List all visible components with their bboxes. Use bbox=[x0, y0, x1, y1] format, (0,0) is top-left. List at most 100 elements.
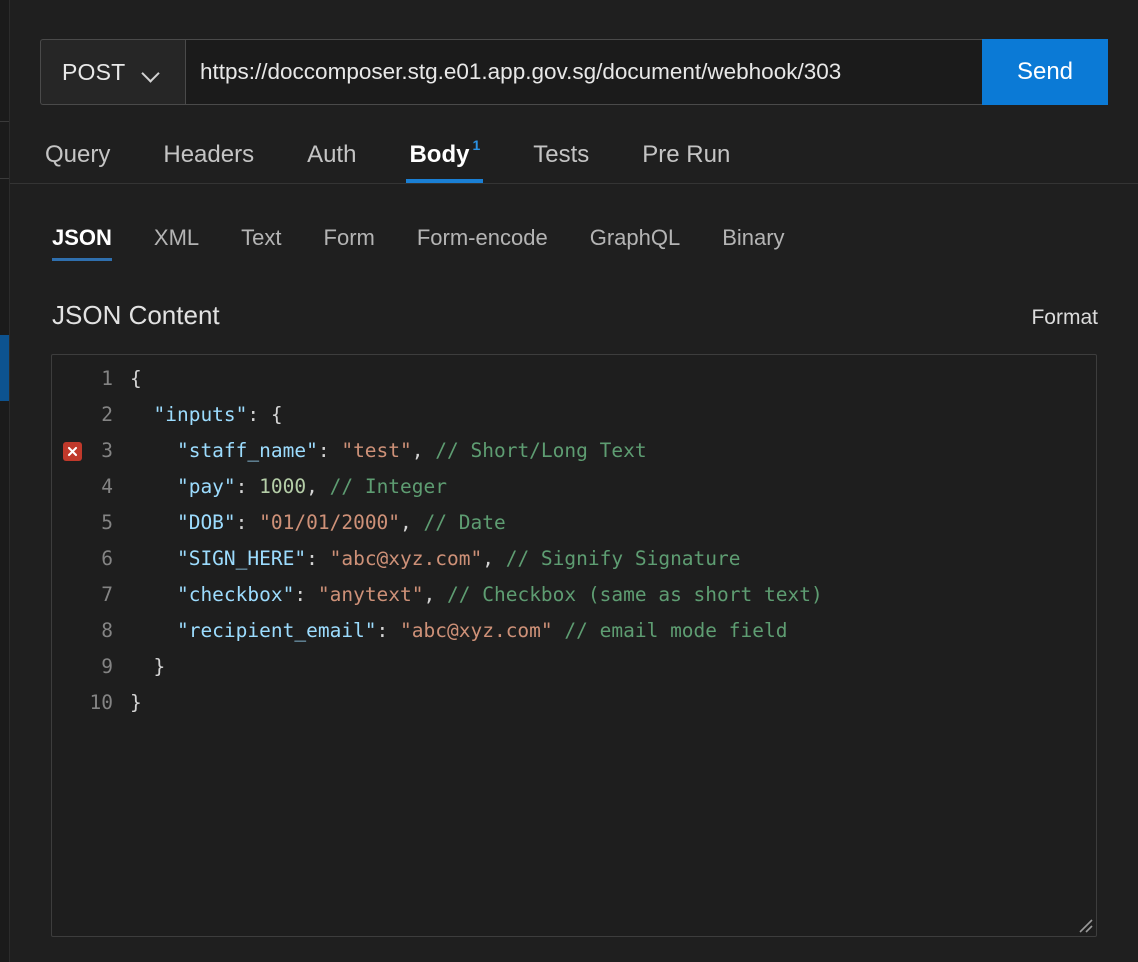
code-token-punc: { bbox=[130, 367, 142, 390]
code-line-text: "checkbox": "anytext", // Checkbox (same… bbox=[130, 577, 823, 613]
request-tab-body[interactable]: Body 1 bbox=[406, 126, 484, 183]
code-line[interactable]: 6 "SIGN_HERE": "abc@xyz.com", // Signify… bbox=[52, 541, 1096, 577]
code-line[interactable]: 5 "DOB": "01/01/2000", // Date bbox=[52, 505, 1096, 541]
request-tab-headers[interactable]: Headers bbox=[160, 126, 257, 183]
code-token-key: "DOB" bbox=[130, 511, 236, 534]
code-token-punc: : bbox=[235, 475, 260, 498]
code-token-punc: : bbox=[317, 439, 342, 462]
body-format-tab-json[interactable]: JSON bbox=[52, 213, 112, 263]
body-format-tab-label: Binary bbox=[722, 225, 785, 250]
code-line[interactable]: 8 "recipient_email": "abc@xyz.com" // em… bbox=[52, 613, 1096, 649]
code-line-text: "SIGN_HERE": "abc@xyz.com", // Signify S… bbox=[130, 541, 741, 577]
code-token-num: 1000 bbox=[259, 475, 307, 498]
code-token-com: // Date bbox=[423, 511, 506, 534]
code-line-text: "inputs": { bbox=[130, 397, 282, 433]
line-number: 1 bbox=[101, 367, 113, 390]
code-token-punc: , bbox=[411, 439, 436, 462]
request-tab-label: Body bbox=[409, 140, 470, 168]
code-token-punc: : bbox=[294, 583, 318, 606]
request-url-bar: POST Send bbox=[40, 39, 1108, 105]
rail-active-item-indicator[interactable] bbox=[0, 335, 9, 401]
code-token-punc: } bbox=[130, 655, 166, 678]
body-format-tabs: JSON XML Text Form Form-encode GraphQL Binary bbox=[10, 209, 1138, 267]
code-token-punc: } bbox=[130, 691, 142, 714]
code-token-str: "abc@xyz.com" bbox=[329, 547, 483, 570]
line-number: 9 bbox=[101, 655, 113, 678]
body-format-tab-label: Form-encode bbox=[416, 225, 548, 250]
url-input[interactable] bbox=[185, 39, 1108, 105]
request-tab-label: Headers bbox=[163, 140, 255, 168]
code-token-punc: , bbox=[400, 511, 424, 534]
request-tab-label: Tests bbox=[533, 140, 590, 168]
body-format-tab-text[interactable]: Text bbox=[241, 213, 281, 263]
code-token-key: "inputs" bbox=[130, 403, 248, 426]
body-format-tab-label: GraphQL bbox=[589, 225, 681, 250]
code-token-com: // Signify Signature bbox=[505, 547, 741, 570]
json-content-header: JSON Content Format bbox=[52, 300, 1098, 331]
code-line-text: } bbox=[130, 685, 142, 721]
request-tab-badge: 1 bbox=[472, 137, 481, 153]
request-tab-query[interactable]: Query bbox=[42, 126, 113, 183]
code-token-key: "pay" bbox=[130, 475, 236, 498]
code-token-punc: , bbox=[423, 583, 448, 606]
code-line[interactable]: 2 "inputs": { bbox=[52, 397, 1096, 433]
code-line[interactable]: 9 } bbox=[52, 649, 1096, 685]
code-line[interactable]: 4 "pay": 1000, // Integer bbox=[52, 469, 1096, 505]
code-token-punc: : bbox=[306, 547, 330, 570]
request-tab-label: Auth bbox=[307, 140, 357, 168]
json-body-editor[interactable]: 1{2 "inputs": {3 "staff_name": "test", /… bbox=[51, 354, 1097, 937]
left-activity-rail bbox=[0, 0, 10, 962]
line-number: 5 bbox=[101, 511, 113, 534]
body-format-tab-form-encode[interactable]: Form-encode bbox=[417, 213, 548, 263]
code-line-text: "recipient_email": "abc@xyz.com" // emai… bbox=[130, 613, 788, 649]
body-format-tab-form[interactable]: Form bbox=[324, 213, 375, 263]
code-lines[interactable]: 1{2 "inputs": {3 "staff_name": "test", /… bbox=[52, 355, 1096, 721]
resize-grip-icon[interactable] bbox=[1077, 917, 1093, 933]
code-token-com: // Checkbox (same as short text) bbox=[447, 583, 823, 606]
body-format-tab-graphql[interactable]: GraphQL bbox=[590, 213, 681, 263]
json-content-title: JSON Content bbox=[52, 300, 220, 330]
code-token-str: "anytext" bbox=[317, 583, 424, 606]
request-tab-tests[interactable]: Tests bbox=[530, 126, 592, 183]
line-number: 6 bbox=[101, 547, 113, 570]
code-token-punc: : bbox=[235, 511, 260, 534]
code-token-str: "01/01/2000" bbox=[259, 511, 401, 534]
chevron-down-icon bbox=[143, 67, 160, 77]
code-token-key: "staff_name" bbox=[130, 439, 318, 462]
code-token-key: "recipient_email" bbox=[130, 619, 377, 642]
request-tab-auth[interactable]: Auth bbox=[304, 126, 359, 183]
request-tab-pre-run[interactable]: Pre Run bbox=[639, 126, 733, 183]
code-token-com: // Short/Long Text bbox=[435, 439, 647, 462]
body-format-tab-label: XML bbox=[153, 225, 200, 250]
format-button[interactable]: Format bbox=[1031, 306, 1098, 330]
code-line-text: "DOB": "01/01/2000", // Date bbox=[130, 505, 506, 541]
rail-divider-top bbox=[0, 121, 9, 122]
http-method-select[interactable]: POST bbox=[40, 39, 185, 105]
code-token-com: // email mode field bbox=[564, 619, 788, 642]
line-number: 10 bbox=[89, 691, 113, 714]
body-format-tab-xml[interactable]: XML bbox=[154, 213, 199, 263]
send-button[interactable]: Send bbox=[982, 39, 1108, 105]
request-tab-label: Pre Run bbox=[642, 140, 731, 168]
code-line[interactable]: 1{ bbox=[52, 361, 1096, 397]
code-line-text: { bbox=[130, 361, 142, 397]
code-line[interactable]: 3 "staff_name": "test", // Short/Long Te… bbox=[52, 433, 1096, 469]
line-number: 2 bbox=[101, 403, 113, 426]
request-pane: POST Send QueryHeadersAuthBody1TestsPre … bbox=[10, 0, 1138, 962]
code-token-punc: , bbox=[482, 547, 506, 570]
body-format-tab-binary[interactable]: Binary bbox=[722, 213, 784, 263]
code-line[interactable]: 7 "checkbox": "anytext", // Checkbox (sa… bbox=[52, 577, 1096, 613]
error-close-icon[interactable] bbox=[63, 442, 82, 461]
code-line-text: "pay": 1000, // Integer bbox=[130, 469, 447, 505]
line-number: 4 bbox=[101, 475, 113, 498]
api-client-window: POST Send QueryHeadersAuthBody1TestsPre … bbox=[0, 0, 1138, 962]
code-token-punc bbox=[553, 619, 565, 642]
code-token-punc: , bbox=[306, 475, 330, 498]
code-token-punc: : bbox=[376, 619, 401, 642]
code-token-com: // Integer bbox=[329, 475, 448, 498]
code-line[interactable]: 10} bbox=[52, 685, 1096, 721]
code-token-key: "SIGN_HERE" bbox=[130, 547, 307, 570]
code-line-text: "staff_name": "test", // Short/Long Text bbox=[130, 433, 647, 469]
body-format-tab-label: Form bbox=[323, 225, 375, 250]
request-tabs: Query Headers Auth Body 1 Tests Pre Run bbox=[10, 126, 1138, 184]
